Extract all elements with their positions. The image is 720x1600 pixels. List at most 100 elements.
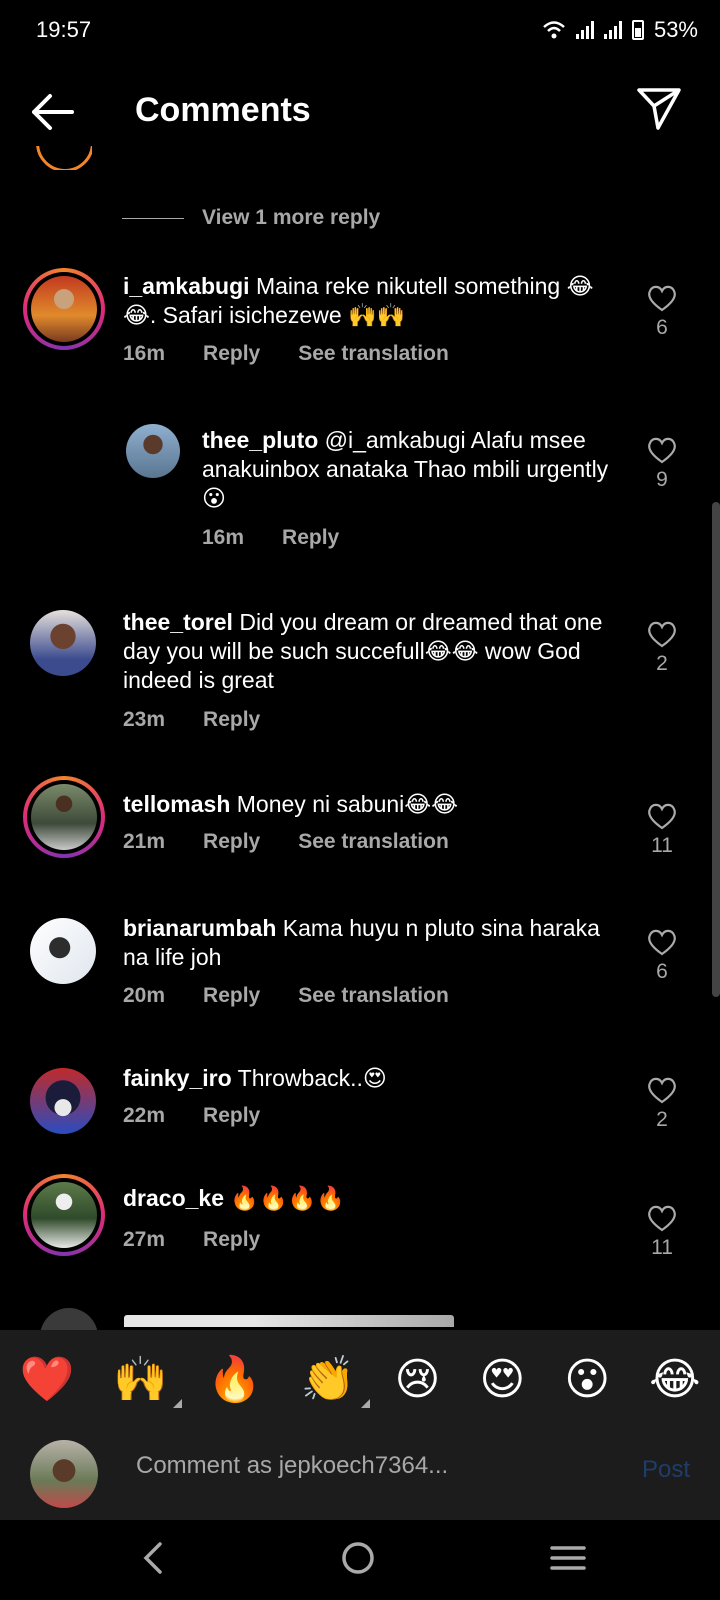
like-count: 2 <box>656 1108 668 1131</box>
heart-icon <box>648 929 676 956</box>
comment-text: Throwback..😍 <box>237 1065 387 1091</box>
avatar <box>40 1308 98 1332</box>
like-button[interactable]: 2 <box>636 1076 688 1132</box>
status-bar: 19:57 53% <box>0 0 720 60</box>
like-count: 9 <box>656 468 668 491</box>
comment-username[interactable]: fainky_iro <box>123 1065 232 1091</box>
like-count: 6 <box>656 316 668 339</box>
battery-icon <box>631 20 644 40</box>
comment-time: 21m <box>123 830 166 853</box>
share-button[interactable] <box>636 86 686 136</box>
comment-time: 16m <box>123 342 166 365</box>
like-count: 11 <box>651 834 673 857</box>
avatar-story-ring[interactable] <box>23 776 105 858</box>
avatar <box>30 1440 98 1508</box>
scrollbar[interactable] <box>712 502 720 997</box>
emoji-heart-eyes-button[interactable]: 😍 <box>479 1358 525 1402</box>
emoji-raised-hands-button[interactable]: 🙌 <box>113 1355 183 1408</box>
avatar <box>31 276 97 342</box>
like-count: 6 <box>656 960 668 983</box>
like-count: 11 <box>651 1236 673 1259</box>
reply-button[interactable]: Reply <box>203 342 260 366</box>
heart-icon <box>648 621 676 648</box>
heart-icon <box>648 437 676 464</box>
send-icon <box>637 88 681 130</box>
emoji-crying-button[interactable]: 😢 <box>395 1358 441 1402</box>
see-translation-button[interactable]: See translation <box>298 342 449 366</box>
comment-time: 23m <box>123 708 166 731</box>
avatar[interactable] <box>30 610 96 676</box>
avatar[interactable] <box>30 918 96 984</box>
signal-icon <box>575 21 594 39</box>
like-button[interactable]: 11 <box>636 1204 688 1260</box>
see-translation-button[interactable]: See translation <box>298 984 449 1008</box>
skin-tone-indicator <box>360 1399 370 1408</box>
back-chevron-icon <box>143 1542 162 1574</box>
like-button[interactable]: 2 <box>636 620 688 676</box>
avatar-story-ring[interactable] <box>23 1174 105 1256</box>
comment-username[interactable]: thee_pluto <box>202 427 318 453</box>
emoji-surprised-button[interactable]: 😮 <box>564 1358 610 1402</box>
page-title: Comments <box>135 91 311 129</box>
like-count: 2 <box>656 652 668 675</box>
post-button[interactable]: Post <box>642 1456 690 1484</box>
nav-back-button[interactable] <box>138 1538 168 1583</box>
like-button[interactable]: 9 <box>636 436 688 492</box>
comment-text: Money ni sabuni😂😂 <box>236 791 459 817</box>
avatar <box>31 784 97 850</box>
home-circle-icon <box>342 1542 374 1574</box>
see-translation-button[interactable]: See translation <box>298 830 449 854</box>
header: Comments <box>0 76 720 148</box>
comment-username[interactable]: draco_ke <box>123 1185 224 1211</box>
comment-text: 🔥🔥🔥🔥 <box>230 1185 345 1211</box>
avatar[interactable] <box>30 1068 96 1134</box>
reply-button[interactable]: Reply <box>203 708 260 732</box>
reply-button[interactable]: Reply <box>203 1228 260 1252</box>
signal-icon <box>603 21 622 39</box>
heart-icon <box>648 285 676 312</box>
like-button[interactable]: 6 <box>636 284 688 340</box>
reply-button[interactable]: Reply <box>282 526 339 550</box>
comment-username[interactable]: thee_torel <box>123 609 233 635</box>
avatar <box>31 1182 97 1248</box>
like-button[interactable]: 11 <box>636 802 688 858</box>
view-more-replies[interactable]: View 1 more reply <box>122 206 380 230</box>
emoji-heart-button[interactable]: ❤️ <box>19 1358 74 1402</box>
heart-icon <box>648 1205 676 1232</box>
emoji-fire-button[interactable]: 🔥 <box>207 1358 262 1402</box>
comment-time: 22m <box>123 1104 166 1127</box>
comment-username[interactable]: tellomash <box>123 791 230 817</box>
comment-time: 16m <box>202 526 245 549</box>
emoji-glyph: 🙌 <box>113 1355 169 1404</box>
comment-composer: Comment as jepkoech7364... Post <box>0 1430 720 1520</box>
avatar <box>36 146 92 170</box>
avatar-story-ring[interactable] <box>23 268 105 350</box>
emoji-glyph: 👏 <box>300 1355 356 1404</box>
emoji-laughing-button[interactable]: 😂 <box>649 1358 700 1402</box>
menu-lines-icon <box>550 1546 586 1570</box>
reply-button[interactable]: Reply <box>203 1104 260 1128</box>
heart-icon <box>648 1077 676 1104</box>
comment-input[interactable]: Comment as jepkoech7364... <box>136 1452 448 1480</box>
nav-home-button[interactable] <box>338 1538 378 1583</box>
heart-icon <box>648 803 676 830</box>
nav-recents-button[interactable] <box>548 1538 588 1583</box>
reply-button[interactable]: Reply <box>203 984 260 1008</box>
comment-username[interactable]: brianarumbah <box>123 915 276 941</box>
truncated-comment <box>124 1315 454 1327</box>
skin-tone-indicator <box>173 1399 183 1408</box>
comment-time: 27m <box>123 1228 166 1251</box>
avatar[interactable] <box>126 424 180 478</box>
comment-time: 20m <box>123 984 166 1007</box>
comment-username[interactable]: i_amkabugi <box>123 273 250 299</box>
back-arrow-icon <box>32 94 74 130</box>
system-nav-bar <box>0 1520 720 1600</box>
reply-button[interactable]: Reply <box>203 830 260 854</box>
emoji-clap-button[interactable]: 👏 <box>300 1355 370 1408</box>
wifi-icon <box>543 21 565 39</box>
divider <box>122 217 184 219</box>
status-time: 19:57 <box>36 17 92 42</box>
like-button[interactable]: 6 <box>636 928 688 984</box>
back-button[interactable] <box>28 90 78 134</box>
view-more-label: View 1 more reply <box>202 206 381 229</box>
